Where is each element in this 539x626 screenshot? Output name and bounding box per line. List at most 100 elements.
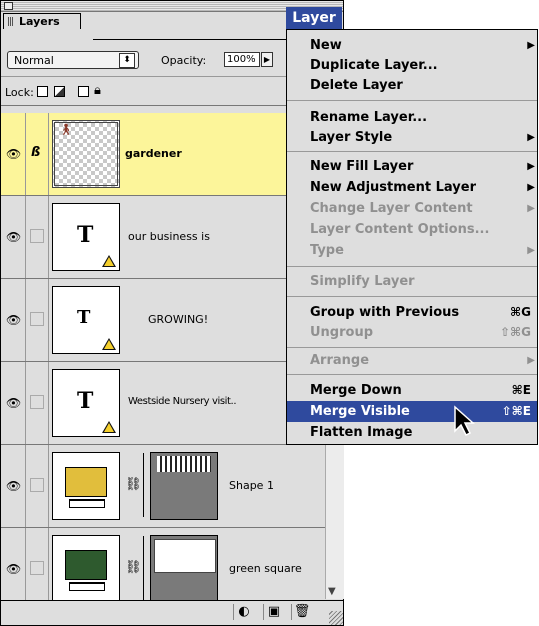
adjustment-layer-icon[interactable]: ◐ [233, 604, 254, 620]
blend-mode-select[interactable]: Normal ⬍ [7, 51, 139, 69]
tab-layers[interactable]: Layers [3, 13, 81, 29]
gardener-figure-icon: 🚶︎ [59, 123, 73, 136]
menu-item-delete-layer[interactable]: Delete Layer [287, 75, 537, 96]
menu-item-new[interactable]: New ▶ [287, 35, 537, 56]
shortcut-label: ⌘G [510, 305, 531, 319]
resize-grip-icon[interactable] [329, 611, 343, 625]
layer-name[interactable]: GROWING! [148, 313, 208, 326]
visibility-toggle[interactable]: 👁︎ [1, 528, 26, 610]
lock-transparency-checkbox[interactable] [37, 86, 48, 97]
warped-type-layer-icon: T [77, 307, 91, 328]
new-layer-icon[interactable]: ▣ [263, 604, 284, 620]
tab-layers-label: Layers [19, 15, 60, 28]
eye-icon: 👁︎ [6, 147, 22, 161]
menu-item-duplicate-layer[interactable]: Duplicate Layer... [287, 55, 537, 76]
layer-row[interactable]: 👁︎ ß 🚶︎ gardener [1, 113, 325, 196]
menu-item-label: Merge Visible [310, 404, 410, 419]
warning-icon [102, 255, 116, 267]
visibility-toggle[interactable]: 👁︎ [1, 113, 26, 195]
opacity-slider-arrow-icon[interactable]: ▶ [261, 52, 273, 67]
menu-item-merge-visible[interactable]: Merge Visible ⇧⌘E [287, 401, 537, 422]
layer-row[interactable]: 👁︎ ⛓︎ green square [1, 528, 325, 611]
chain-link-icon[interactable]: ⛓︎ [125, 560, 142, 575]
menu-title-layer[interactable]: Layer [286, 7, 342, 29]
vector-mask-thumbnail[interactable] [150, 535, 218, 603]
menu-item-label: Rename Layer... [310, 110, 428, 125]
layer-thumbnail[interactable]: T [52, 203, 120, 271]
menu-item-rename-layer[interactable]: Rename Layer... [287, 107, 537, 128]
lock-label: Lock: [5, 86, 34, 99]
link-toggle[interactable]: ß [26, 113, 49, 195]
menu-item-label: New Fill Layer [310, 159, 414, 174]
link-toggle[interactable] [26, 362, 49, 444]
layer-name[interactable]: green square [229, 562, 302, 575]
menu-item-new-fill-layer[interactable]: New Fill Layer ▶ [287, 156, 537, 177]
submenu-arrow-icon: ▶ [527, 182, 535, 193]
visibility-toggle[interactable]: 👁︎ [1, 362, 26, 444]
eye-icon: 👁︎ [6, 396, 22, 410]
vector-mask-thumbnail[interactable] [150, 452, 218, 520]
lock-image-checkbox[interactable] [54, 86, 65, 97]
layer-thumbnail[interactable]: 🚶︎ [52, 120, 120, 188]
layer-name[interactable]: our business is [128, 230, 210, 243]
visibility-toggle[interactable]: 👁︎ [1, 445, 26, 527]
eye-icon: 👁︎ [6, 479, 22, 493]
layer-thumbnail[interactable]: T [52, 286, 120, 354]
layer-thumbnail[interactable]: T [52, 369, 120, 437]
trash-icon[interactable]: 🗑︎ [291, 604, 312, 620]
submenu-arrow-icon: ▶ [527, 245, 535, 256]
lock-position-checkbox[interactable] [78, 86, 89, 97]
type-layer-icon: T [77, 388, 94, 414]
menu-item-label: Duplicate Layer... [310, 58, 438, 73]
visibility-toggle[interactable]: 👁︎ [1, 279, 26, 361]
menu-item-group-with-previous[interactable]: Group with Previous ⌘G [287, 302, 537, 323]
blend-mode-value: Normal [14, 54, 54, 67]
close-box[interactable] [4, 2, 13, 10]
brush-icon: ß [31, 145, 41, 160]
fill-slider-icon [69, 499, 105, 508]
layer-row[interactable]: 👁︎ T our business is [1, 196, 325, 279]
layer-name[interactable]: Shape 1 [229, 479, 274, 492]
layer-row[interactable]: 👁︎ T Westside Nursery visit.. [1, 362, 325, 445]
layer-row[interactable]: 👁︎ T GROWING! [1, 279, 325, 362]
eye-icon: 👁︎ [6, 562, 22, 576]
shortcut-label: ⇧⌘E [501, 404, 531, 418]
menu-item-merge-down[interactable]: Merge Down ⌘E [287, 380, 537, 401]
menu-item-layer-content-options: Layer Content Options... [287, 219, 537, 240]
link-toggle[interactable] [26, 279, 49, 361]
menu-item-new-adjustment-layer[interactable]: New Adjustment Layer ▶ [287, 177, 537, 198]
shortcut-label: ⇧⌘G [499, 325, 531, 339]
color-swatch [65, 550, 107, 580]
menu-item-flatten-image[interactable]: Flatten Image [287, 422, 537, 442]
warning-icon [102, 338, 116, 350]
lock-all-icon[interactable]: 🔒︎ [94, 83, 101, 98]
layer-thumbnail[interactable] [52, 452, 120, 520]
submenu-arrow-icon: ▶ [527, 132, 535, 143]
link-toggle[interactable] [26, 445, 49, 527]
submenu-arrow-icon: ▶ [527, 355, 535, 366]
submenu-arrow-icon: ▶ [527, 161, 535, 172]
layer-name[interactable]: Westside Nursery visit.. [128, 396, 237, 407]
layer-row[interactable]: 👁︎ ⛓︎ Shape 1 [1, 445, 325, 528]
opacity-field[interactable]: 100% [224, 52, 260, 67]
menu-item-label: New [310, 38, 342, 53]
chain-link-icon[interactable]: ⛓︎ [125, 477, 142, 492]
menu-item-layer-style[interactable]: Layer Style ▶ [287, 127, 537, 148]
menu-item-label: Layer Content Options... [310, 222, 490, 237]
opacity-label: Opacity: [161, 54, 207, 67]
tab-grip-icon [8, 17, 14, 26]
layer-name[interactable]: gardener [125, 147, 182, 160]
scroll-down-arrow-icon[interactable]: ▼ [328, 586, 336, 597]
menu-item-label: Group with Previous [310, 305, 460, 320]
link-toggle[interactable] [26, 196, 49, 278]
menu-item-label: Arrange [310, 353, 370, 368]
menu-item-simplify-layer: Simplify Layer [287, 271, 537, 292]
visibility-toggle[interactable]: 👁︎ [1, 196, 26, 278]
layer-menu: New ▶ Duplicate Layer... Delete Layer Ren… [286, 29, 538, 445]
link-toggle[interactable] [26, 528, 49, 610]
menu-item-arrange: Arrange ▶ [287, 350, 537, 371]
updown-arrows-icon: ⬍ [119, 53, 135, 68]
layer-list: 👁︎ ß 🚶︎ gardener 👁︎ T our business is 👁︎… [1, 113, 325, 611]
menu-item-label: New Adjustment Layer [310, 180, 476, 195]
layer-thumbnail[interactable] [52, 535, 120, 603]
